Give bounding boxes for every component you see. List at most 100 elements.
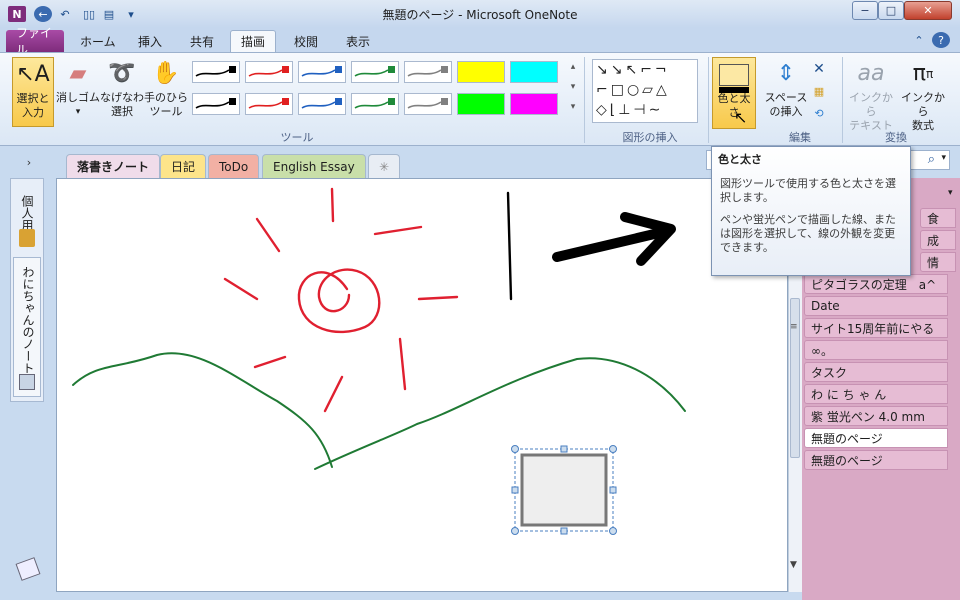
sun-ray (398, 337, 407, 391)
ink-drawing[interactable] (57, 179, 789, 593)
insert-space-button[interactable]: ⇕ スペース の挿入 (762, 57, 810, 127)
convert-group-label: 変換 (885, 131, 907, 144)
arrange-icon[interactable]: ▦ (810, 83, 828, 99)
tab-home[interactable]: ホーム (70, 30, 126, 52)
gallery-scroll-down-icon[interactable]: ▾ (564, 79, 582, 95)
sun-ray (255, 217, 281, 253)
lasso-icon: ➰ (108, 61, 136, 86)
page-list-menu-icon[interactable]: ▾ (948, 188, 953, 198)
tooltip-description: 図形ツールで使用する色と太さを選択します。 (720, 177, 896, 204)
page-list-item[interactable]: サイト15周年前にやる (804, 318, 948, 338)
pen-swatch[interactable] (510, 61, 558, 83)
page-list-item[interactable]: Date (804, 296, 948, 316)
select-and-type-button[interactable]: ↖A 選択と 入力 (12, 57, 54, 127)
section-tab-rakugaki[interactable]: 落書きノート (66, 154, 161, 178)
ink-to-text-button[interactable]: aa インクから テキスト (846, 57, 896, 133)
eraser-button[interactable]: ▰ 消しゴム ▾ (56, 57, 100, 127)
pen-swatch[interactable] (245, 61, 293, 83)
mouse-cursor-icon: ↖ (734, 108, 748, 127)
insert-space-icon: ⇕ (776, 61, 796, 86)
pen-swatch[interactable] (298, 61, 346, 83)
pan-label: 手のひら ツール (144, 91, 188, 118)
pan-tool-button[interactable]: ✋ 手のひら ツール (144, 57, 188, 127)
minimize-button[interactable]: − (852, 1, 878, 20)
eraser-icon: ▰ (69, 61, 87, 86)
window-title: 無題のページ - Microsoft OneNote (382, 8, 578, 22)
section-tab-todo[interactable]: ToDo (208, 154, 260, 178)
page-list-item[interactable]: 情 (920, 252, 956, 272)
pen-swatch[interactable] (298, 93, 346, 115)
page-list-item[interactable]: 紫 蛍光ペン 4.0 mm (804, 406, 948, 426)
pen-swatch[interactable] (457, 93, 505, 115)
ribbon-separator (584, 57, 585, 143)
scroll-splitter-icon[interactable]: ≡ (790, 322, 798, 332)
search-scope-dropdown-icon[interactable]: ▾ (941, 153, 946, 163)
tab-draw[interactable]: 描画 (230, 30, 277, 52)
page-list-item[interactable]: わ に ち ゃ ん (804, 384, 948, 404)
section-tab-english-essay[interactable]: English Essay (262, 154, 366, 178)
sun-ray (223, 277, 259, 301)
page-list-item[interactable]: 成 (920, 230, 956, 250)
pen-swatch[interactable] (457, 61, 505, 83)
vertical-line (506, 191, 513, 301)
notebook-icon (19, 229, 35, 247)
section-tab-diary[interactable]: 日記 (160, 154, 207, 178)
notebook-icon (19, 374, 35, 390)
shape-gallery[interactable]: ↘↘↖⌐¬ ⌐□○▱△ ◇⌊⊥⊣∼ (592, 59, 698, 123)
select-and-type-label: 選択と 入力 (16, 92, 50, 119)
ink-to-math-button[interactable]: ππ インクから 数式 (898, 57, 948, 133)
tools-group-label: ツール (280, 131, 314, 144)
page-list-item[interactable]: ∞。 (804, 340, 948, 360)
expand-navigation-icon[interactable]: › (20, 154, 38, 170)
tab-file[interactable]: ファイル (6, 26, 64, 57)
pen-swatch[interactable] (510, 93, 558, 115)
ribbon-tab-bar: ファイル ホーム 挿入 共有 描画 校閲 表示 ⌃ ? (0, 26, 960, 57)
scroll-down-icon[interactable]: ▼ (790, 560, 797, 570)
title-bar: N ← ↶ ▯▯ ▤ ▾ 無題のページ - Microsoft OneNote … (0, 0, 960, 28)
page-canvas[interactable] (56, 178, 788, 592)
rotate-icon[interactable]: ⟲ (810, 105, 828, 121)
page-list-item[interactable]: ピタゴラスの定理 a^ (804, 274, 948, 294)
tooltip-title: 色と太さ (718, 153, 762, 166)
notebook-navigation: 個人用 わにちゃんのノート (10, 178, 44, 402)
cursor-text-icon: ↖A (16, 62, 50, 87)
page-list-item[interactable]: 食 (920, 208, 956, 228)
new-section-tab[interactable]: ✳ (368, 154, 401, 178)
tooltip-detail: ペンや蛍光ペンで描画した線、または図形を選択して、線の外観を変更できます。 (720, 213, 896, 254)
sun-ray (417, 295, 459, 301)
pen-swatch[interactable] (404, 61, 452, 83)
ribbon-separator (708, 57, 709, 143)
help-icon[interactable]: ? (932, 32, 950, 48)
gallery-more-icon[interactable]: ▾ (564, 99, 582, 115)
pen-swatch[interactable] (351, 93, 399, 115)
selected-shape[interactable] (511, 445, 617, 535)
page-list-item[interactable]: タスク (804, 362, 948, 382)
pen-swatch[interactable] (245, 93, 293, 115)
tab-review[interactable]: 校閲 (284, 30, 328, 52)
edit-group-label: 編集 (789, 131, 811, 144)
sun-spiral (297, 268, 381, 334)
notebook-wani[interactable]: わにちゃんのノート (13, 257, 41, 397)
pen-swatch[interactable] (404, 93, 452, 115)
lasso-select-button[interactable]: ➰ なげなわ 選択 (100, 57, 144, 127)
pen-swatch[interactable] (192, 61, 240, 83)
tab-view[interactable]: 表示 (336, 30, 380, 52)
pen-swatch[interactable] (192, 93, 240, 115)
maximize-button[interactable]: □ (878, 1, 904, 20)
close-button[interactable]: ✕ (904, 1, 952, 20)
ink-to-text-label: インクから テキスト (849, 91, 893, 132)
pen-swatch[interactable] (351, 61, 399, 83)
sun-ray (253, 355, 287, 369)
search-icon[interactable]: ⌕ (928, 152, 935, 167)
tab-share[interactable]: 共有 (180, 30, 224, 52)
page-list-item[interactable]: 無題のページ (804, 450, 948, 470)
tab-insert[interactable]: 挿入 (128, 30, 172, 52)
notebook-personal[interactable]: 個人用 (19, 195, 36, 231)
collapse-ribbon-icon[interactable]: ⌃ (910, 32, 928, 48)
page-list-item[interactable]: 無題のページ (804, 428, 948, 448)
tooltip: 色と太さ 図形ツールで使用する色と太さを選択します。 ペンや蛍光ペンで描画した線… (711, 146, 911, 276)
shapes-group-label: 図形の挿入 (622, 131, 678, 144)
delete-icon[interactable]: ✕ (810, 61, 828, 77)
lasso-label: なげなわ 選択 (100, 91, 144, 118)
gallery-scroll-up-icon[interactable]: ▴ (564, 59, 582, 75)
